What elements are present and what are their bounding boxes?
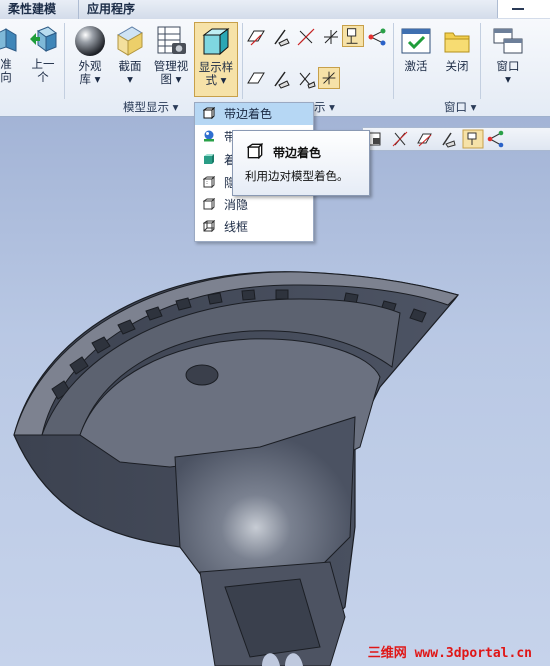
axis-tag-display-icon[interactable] bbox=[271, 69, 291, 89]
no-hidden-icon bbox=[203, 198, 215, 210]
ribbon-separator bbox=[480, 23, 481, 99]
standard-orientation-icon bbox=[0, 28, 17, 52]
wireframe-icon bbox=[203, 220, 215, 232]
close-window-button[interactable]: 关闭 bbox=[439, 25, 475, 73]
appearance-library-label: 外观 库 ▾ bbox=[78, 59, 102, 86]
group-label-display[interactable]: 示 ▾ bbox=[314, 100, 335, 115]
shaded-with-edges-icon bbox=[203, 107, 215, 119]
csys-tag-display-icon[interactable] bbox=[318, 67, 340, 89]
annotation-display-icon[interactable] bbox=[342, 25, 364, 47]
shaded-with-reflections-icon bbox=[204, 130, 214, 142]
datum-point-display-icon[interactable] bbox=[296, 27, 316, 47]
minimize-icon bbox=[512, 8, 524, 10]
tab-flexible-modeling[interactable]: 柔性建模 bbox=[0, 0, 64, 19]
plane-tag-display-icon[interactable] bbox=[246, 69, 266, 89]
menu-item-wireframe[interactable]: 线框 bbox=[195, 216, 313, 238]
close-label: 关闭 bbox=[445, 59, 469, 73]
activate-window-icon bbox=[401, 28, 431, 54]
spin-center-display-icon[interactable] bbox=[367, 27, 387, 47]
manage-views-icon bbox=[157, 26, 186, 54]
section-button[interactable]: 截面 ▾ bbox=[112, 25, 148, 86]
ribbon-tab-bar: 柔性建模 应用程序 bbox=[0, 0, 550, 20]
datum-axis-display-icon[interactable] bbox=[271, 27, 291, 47]
activate-label: 激活 bbox=[404, 59, 428, 73]
menu-item-shaded-with-edges[interactable]: 带边着色 bbox=[195, 103, 313, 125]
minimize-ribbon-button[interactable] bbox=[497, 0, 550, 18]
previous-view-button[interactable]: 上一 个 bbox=[27, 25, 59, 84]
point-tag-display-icon[interactable] bbox=[296, 69, 316, 89]
ribbon-separator bbox=[242, 23, 243, 99]
coordinate-system-display-icon[interactable] bbox=[321, 27, 341, 47]
previous-view-icon bbox=[30, 26, 58, 52]
manage-views-button[interactable]: 管理视 图 ▾ bbox=[150, 25, 192, 86]
watermark: 三维网 www.3dportal.cn bbox=[367, 646, 532, 661]
shaded-icon bbox=[204, 154, 214, 164]
menu-item-label: 消隐 bbox=[224, 198, 249, 212]
menu-item-label: 带边着色 bbox=[224, 107, 273, 121]
tab-applications[interactable]: 应用程序 bbox=[78, 0, 143, 19]
tooltip: 带边着色 利用边对模型着色。 bbox=[232, 130, 370, 196]
window-label: 窗口 ▾ bbox=[496, 59, 520, 86]
appearance-library-button[interactable]: 外观 库 ▾ bbox=[72, 25, 108, 86]
window-tile-icon bbox=[493, 28, 523, 54]
activate-window-button[interactable]: 激活 bbox=[398, 25, 434, 73]
hidden-line-icon bbox=[203, 176, 215, 188]
menu-item-no-hidden[interactable]: 消隐 bbox=[195, 194, 313, 216]
menu-item-label: 线框 bbox=[224, 220, 249, 234]
manage-views-label: 管理视 图 ▾ bbox=[153, 59, 189, 86]
standard-orientation-button[interactable]: 准 向 bbox=[0, 25, 18, 84]
tooltip-title: 带边着色 bbox=[273, 146, 322, 160]
appearance-sphere-icon bbox=[75, 26, 105, 56]
shaded-with-edges-icon bbox=[247, 143, 263, 159]
group-label-window[interactable]: 窗口 ▾ bbox=[444, 100, 476, 115]
display-style-button[interactable]: 显示样 式 ▾ bbox=[194, 22, 238, 97]
section-plane-icon bbox=[117, 26, 143, 56]
window-button[interactable]: 窗口 ▾ bbox=[490, 25, 526, 86]
group-label-model-display[interactable]: 模型显示 ▾ bbox=[123, 100, 178, 115]
ribbon-separator bbox=[64, 23, 65, 99]
section-label: 截面 ▾ bbox=[118, 59, 142, 86]
datum-plane-display-icon[interactable] bbox=[246, 27, 266, 47]
ribbon-separator bbox=[393, 23, 394, 99]
display-style-label: 显示样 式 ▾ bbox=[198, 60, 234, 87]
previous-view-label: 上一 个 bbox=[31, 57, 55, 84]
tooltip-description: 利用边对模型着色。 bbox=[245, 169, 349, 183]
close-window-folder-icon bbox=[444, 32, 470, 53]
display-style-cube-icon bbox=[202, 28, 230, 56]
standard-orientation-label: 准 向 bbox=[0, 57, 12, 84]
